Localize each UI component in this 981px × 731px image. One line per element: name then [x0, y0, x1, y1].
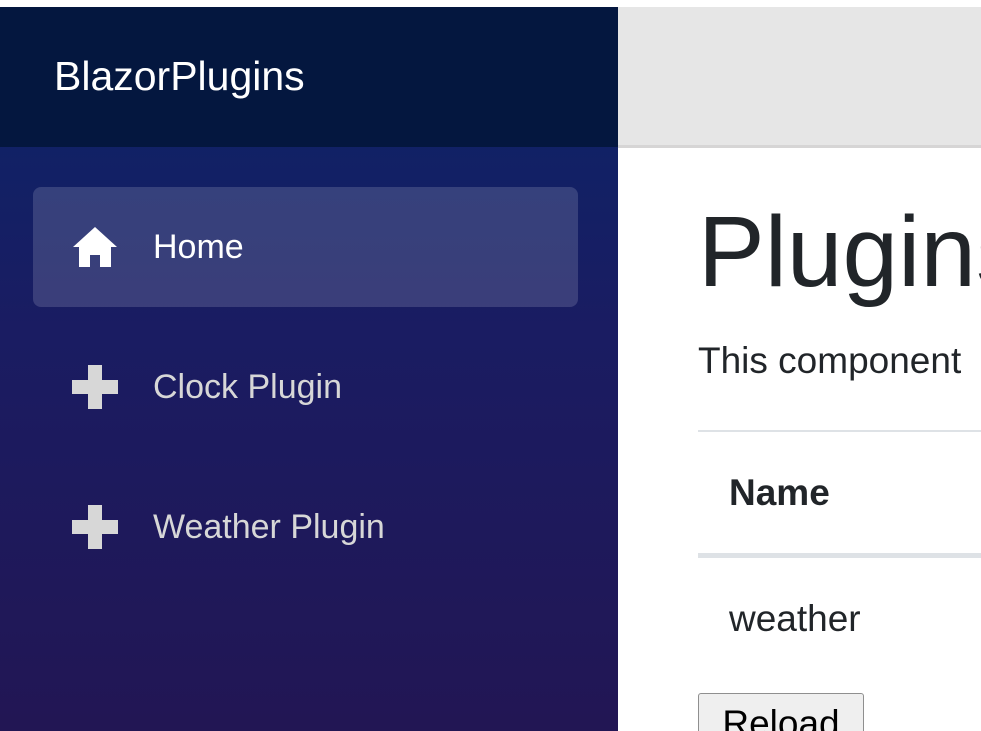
sidebar-item-clock-plugin[interactable]: Clock Plugin	[33, 327, 578, 447]
sidebar-item-label: Weather Plugin	[153, 508, 385, 546]
plus-icon	[71, 505, 119, 549]
sidebar-item-home[interactable]: Home	[33, 187, 578, 307]
home-icon	[71, 225, 119, 269]
main-content: Plugins This component Name weather Relo…	[618, 7, 981, 731]
sidebar-item-label: Clock Plugin	[153, 368, 342, 406]
table-header-name: Name	[729, 472, 830, 513]
page-title: Plugins	[698, 196, 981, 308]
brand-bar: BlazorPlugins	[0, 7, 618, 147]
reload-button[interactable]: Reload	[698, 693, 864, 731]
table-divider	[698, 430, 981, 432]
app-window: BlazorPlugins Home Clock Plugin Weather …	[0, 0, 981, 731]
table-header-divider	[698, 553, 981, 558]
page-description: This component	[698, 340, 962, 381]
sidebar: BlazorPlugins Home Clock Plugin Weather …	[0, 7, 618, 731]
top-row	[618, 7, 981, 148]
top-strip	[0, 0, 981, 7]
brand-link[interactable]: BlazorPlugins	[54, 53, 305, 100]
sidebar-item-weather-plugin[interactable]: Weather Plugin	[33, 467, 578, 587]
plus-icon	[71, 365, 119, 409]
sidebar-item-label: Home	[153, 228, 244, 266]
table-cell: weather	[729, 598, 861, 639]
